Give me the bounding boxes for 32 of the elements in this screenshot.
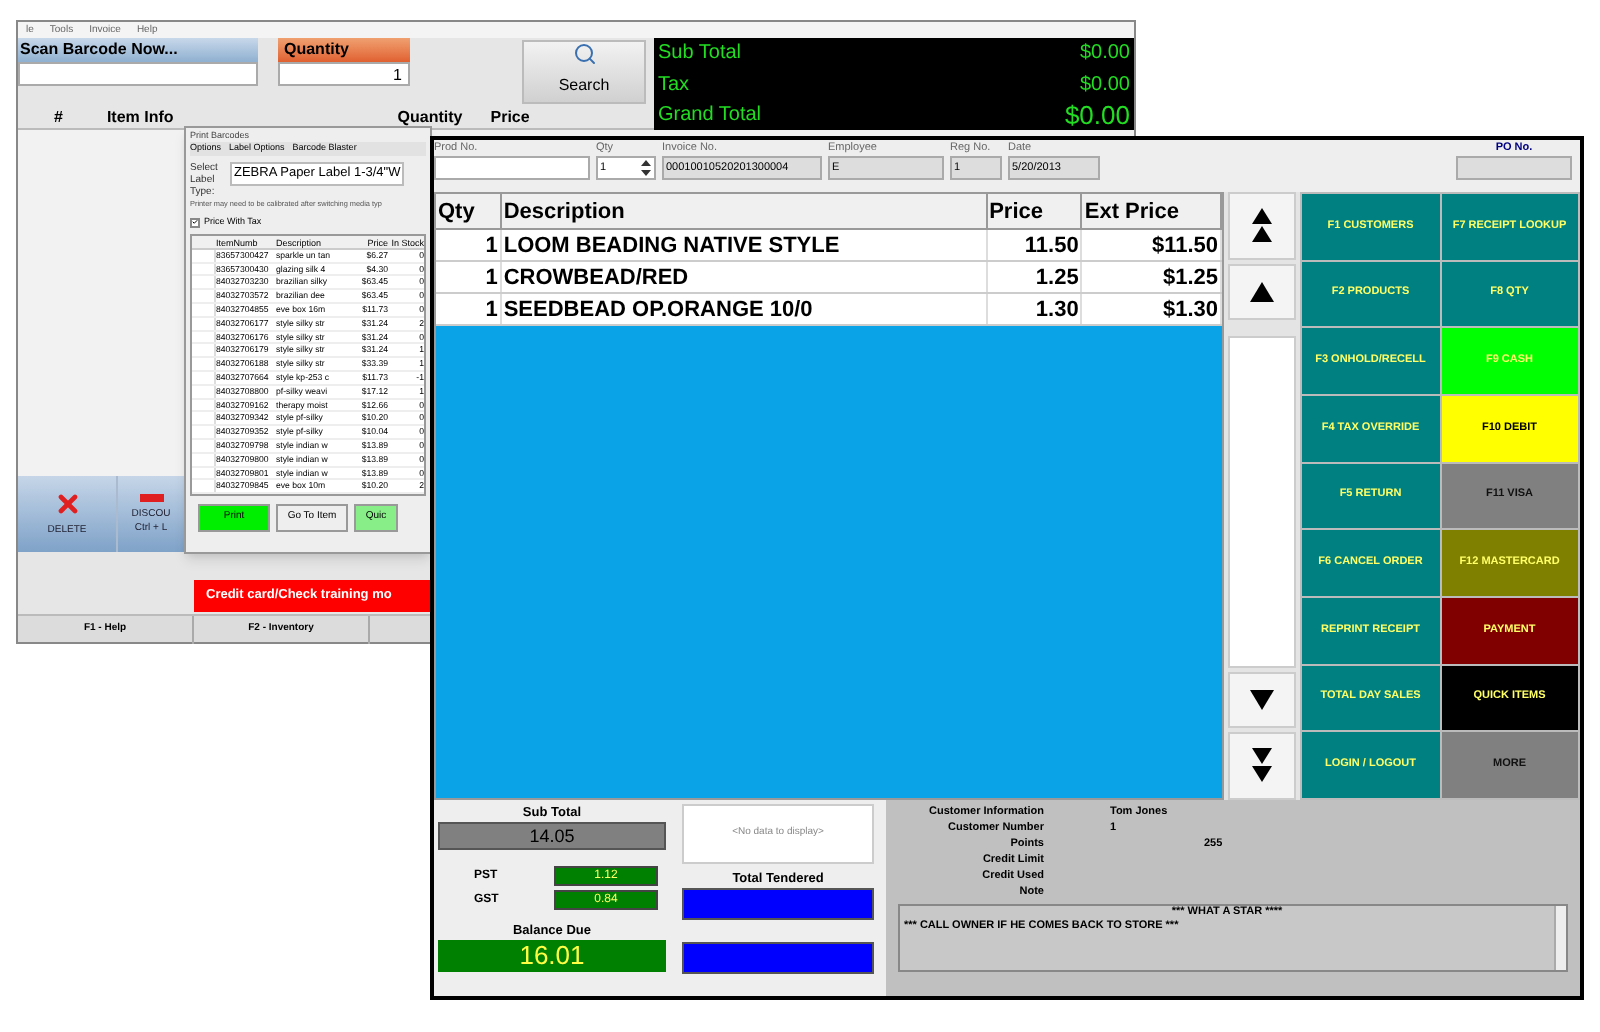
total-value: $0.00 [1079,40,1130,67]
table-cell: SEEDBEAD OP.ORANGE 10/0 [501,294,988,324]
sub-total-value: 14.05 [438,822,666,850]
column-header: Ext Price [1082,194,1223,228]
table-cell: $1.30 [1082,294,1222,324]
total-label: Sub Total [658,42,742,67]
total-label: Grand Total [658,104,762,129]
total-label: Tax [658,73,690,98]
input-field[interactable]: 1 [278,62,410,87]
field-label: Quantity [278,38,410,63]
table-cell: 1 [436,230,502,260]
balance-due-value: 16.01 [438,940,666,972]
column-header: Price [987,194,1083,228]
column-header: Item Info [106,106,174,131]
column-header: # [54,106,63,131]
table-cell: 11.50 [987,230,1083,260]
table-cell: CROWBEAD/RED [501,262,988,292]
column-header: Qty [436,194,502,228]
search-button[interactable]: Search [522,40,646,105]
table-cell: 1 [436,294,502,324]
table-cell: LOOM BEADING NATIVE STYLE [501,230,988,260]
column-header: Description [501,194,988,228]
total-value: $0.00 [1064,102,1130,129]
table-cell: $11.50 [1082,230,1222,260]
total-value: $0.00 [1079,71,1130,98]
field-label: Scan Barcode Now... [18,38,258,63]
table-cell: 1.25 [987,262,1083,292]
table-cell: $1.25 [1082,262,1222,292]
table-cell: 1 [436,262,502,292]
column-header: Price [490,106,530,131]
column-header: Quantity [397,106,463,131]
table-cell: 1.30 [987,294,1083,324]
